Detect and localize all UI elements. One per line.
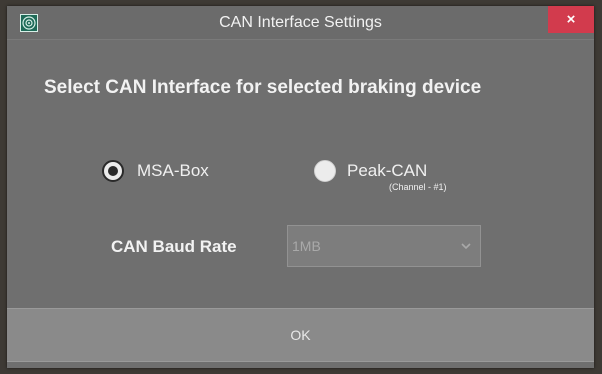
peak-can-channel-label: (Channel - #1)	[389, 182, 447, 192]
baud-rate-label: CAN Baud Rate	[111, 237, 237, 256]
close-icon: ×	[566, 11, 576, 28]
radio-selected-dot	[108, 166, 118, 176]
peak-can-radio[interactable]	[314, 160, 336, 182]
window-title: CAN Interface Settings	[219, 14, 382, 31]
baud-rate-select[interactable]: 1MB	[287, 225, 481, 267]
chevron-down-icon	[461, 243, 471, 250]
peak-can-label[interactable]: Peak-CAN	[347, 161, 427, 181]
close-button[interactable]: ×	[548, 6, 594, 33]
ok-button-label: OK	[290, 327, 311, 343]
page-heading: Select CAN Interface for selected brakin…	[44, 77, 482, 98]
msa-box-label[interactable]: MSA-Box	[137, 161, 209, 181]
msa-box-radio[interactable]	[102, 160, 124, 182]
dialog-window: CAN Interface Settings × Select CAN Inte…	[7, 6, 594, 368]
title-bar[interactable]: CAN Interface Settings ×	[7, 6, 594, 40]
baud-rate-value: 1MB	[292, 238, 321, 254]
ok-button[interactable]: OK	[7, 308, 594, 362]
